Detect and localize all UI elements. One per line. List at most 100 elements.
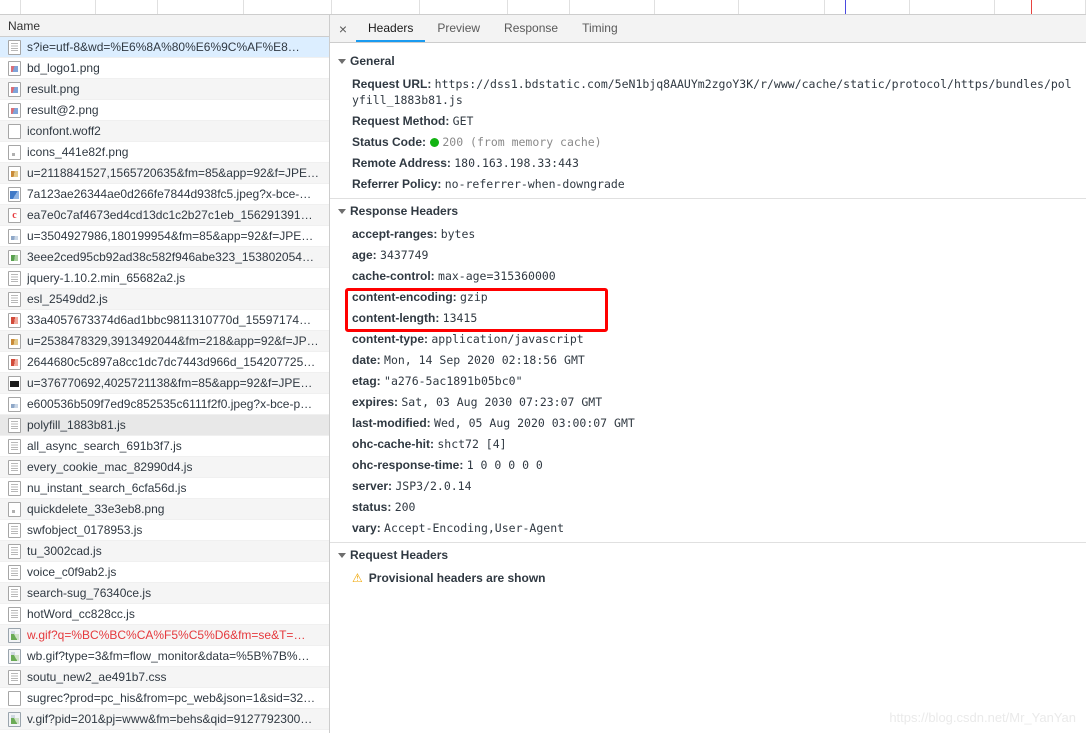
request-row[interactable]: u=376770692,4025721138&fm=85&app=92&f=JP… [0,373,329,394]
request-name: 2644680c5c897a8cc1dc7dc7443d966d_1542077… [27,355,316,369]
request-row[interactable]: u=2118841527,1565720635&fm=85&app=92&f=J… [0,163,329,184]
header-row: Status Code: 200 (from memory cache) [330,131,1086,152]
image-icon [8,102,21,118]
request-row[interactable]: result@2.png [0,100,329,121]
request-row[interactable]: iconfont.woff2 [0,121,329,142]
request-row[interactable]: swfobject_0178953.js [0,520,329,541]
header-value: GET [452,113,474,128]
section-general-label: General [350,54,395,68]
tab-headers[interactable]: Headers [356,15,426,42]
request-list-header[interactable]: Name [0,15,329,37]
column-header-name: Name [8,18,41,33]
image-orange-icon [8,165,21,181]
header-key: etag: [352,373,385,388]
request-row[interactable]: soutu_new2_ae491b7.css [0,667,329,688]
overview-segment [655,0,739,14]
section-request-headers[interactable]: Request Headers [330,543,1086,567]
header-key: content-type: [352,331,432,346]
request-name: result@2.png [27,103,99,117]
header-key: age: [352,247,381,262]
document-icon [8,585,21,601]
tab-preview[interactable]: Preview [425,15,492,42]
request-row[interactable]: v.gif?pid=201&pj=www&fm=behs&qid=9127792… [0,709,329,730]
header-row: last-modified: Wed, 05 Aug 2020 03:00:07… [330,412,1086,433]
overview-segment [825,0,911,14]
request-row[interactable]: jquery-1.10.2.min_65682a2.js [0,268,329,289]
gif-image-icon [8,627,21,643]
header-value: bytes [440,226,476,241]
tab-timing[interactable]: Timing [570,15,630,42]
header-row: server: JSP3/2.0.14 [330,475,1086,496]
headers-content[interactable]: General Request URL: https://dss1.bdstat… [330,43,1086,733]
request-name: search-sug_76340ce.js [27,586,152,600]
header-value: https://dss1.bdstatic.com/5eN1bjq8AAUYm2… [352,76,1072,107]
header-key: content-length: [352,310,443,325]
request-row[interactable]: w.gif?q=%BC%BC%CA%F5%C5%D6&fm=se&T=… [0,625,329,646]
request-row[interactable]: nu_instant_search_6cfa56d.js [0,478,329,499]
header-value: 1 0 0 0 0 0 [466,457,543,472]
provisional-headers-warning: ⚠ Provisional headers are shown [330,567,1086,589]
section-response-headers[interactable]: Response Headers [330,199,1086,223]
document-icon [8,417,21,433]
plain-file-icon [8,123,21,139]
header-value: Mon, 14 Sep 2020 02:18:56 GMT [384,352,585,367]
request-row[interactable]: ea7e0c7af4673ed4cd13dc1c2b27c1eb_1562913… [0,205,329,226]
request-row[interactable]: bd_logo1.png [0,58,329,79]
request-name: hotWord_cc828cc.js [27,607,135,621]
overview-segment [420,0,508,14]
request-row[interactable]: tu_3002cad.js [0,541,329,562]
request-name: s?ie=utf-8&wd=%E6%8A%80%E6%9C%AF%E8… [27,40,300,54]
panel-split: Name s?ie=utf-8&wd=%E6%8A%80%E6%9C%AF%E8… [0,15,1086,733]
image-icon [8,60,21,76]
request-name: icons_441e82f.png [27,145,129,159]
request-name: u=2538478329,3913492044&fm=218&app=92&f=… [27,334,319,348]
request-row[interactable]: 33a4057673374d6ad1bbc9811310770d_1559717… [0,310,329,331]
request-row[interactable]: all_async_search_691b3f7.js [0,436,329,457]
request-row[interactable]: 3eee2ced95cb92ad38c582f946abe323_1538020… [0,247,329,268]
image-red-icon [8,354,21,370]
request-name: v.gif?pid=201&pj=www&fm=behs&qid=9127792… [27,712,313,726]
request-row[interactable]: voice_c0f9ab2.js [0,562,329,583]
request-row[interactable]: s?ie=utf-8&wd=%E6%8A%80%E6%9C%AF%E8… [0,37,329,58]
request-row[interactable]: u=3504927986,180199954&fm=85&app=92&f=JP… [0,226,329,247]
header-key: ohc-cache-hit: [352,436,438,451]
close-icon[interactable]: × [330,15,356,42]
request-name: every_cookie_mac_82990d4.js [27,460,193,474]
request-row[interactable]: 2644680c5c897a8cc1dc7dc7443d966d_1542077… [0,352,329,373]
document-icon [8,39,21,55]
request-name: wb.gif?type=3&fm=flow_monitor&data=%5B%7… [27,649,310,663]
tab-response[interactable]: Response [492,15,570,42]
header-row: content-encoding: gzip [330,286,1086,307]
network-overview-timeline[interactable] [0,0,1086,15]
header-row: ohc-response-time: 1 0 0 0 0 0 [330,454,1086,475]
request-row[interactable]: sugrec?prod=pc_his&from=pc_web&json=1&si… [0,688,329,709]
header-row: expires: Sat, 03 Aug 2030 07:23:07 GMT [330,391,1086,412]
request-row[interactable]: search-sug_76340ce.js [0,583,329,604]
request-row[interactable]: hotWord_cc828cc.js [0,604,329,625]
section-general[interactable]: General [330,49,1086,73]
overview-segment [332,0,421,14]
request-name: swfobject_0178953.js [27,523,143,537]
response-header-rows: accept-ranges: bytes age: 3437749 cache-co… [330,223,1086,538]
overview-segment [96,0,159,14]
header-key: Status Code: [352,134,430,149]
request-row[interactable]: quickdelete_33e3eb8.png [0,499,329,520]
request-row[interactable]: icons_441e82f.png [0,142,329,163]
request-row[interactable]: polyfill_1883b81.js [0,415,329,436]
details-tabbar: × Headers Preview Response Timing [330,15,1086,43]
header-value: max-age=315360000 [438,268,556,283]
request-row[interactable]: e600536b509f7ed9c852535c6111f2f0.jpeg?x-… [0,394,329,415]
header-row: Referrer Policy: no-referrer-when-downgr… [330,173,1086,194]
request-name: sugrec?prod=pc_his&from=pc_web&json=1&si… [27,691,316,705]
request-row[interactable]: u=2538478329,3913492044&fm=218&app=92&f=… [0,331,329,352]
request-row[interactable]: 7a123ae26344ae0d266fe7844d938fc5.jpeg?x-… [0,184,329,205]
image-orange-icon [8,333,21,349]
request-row[interactable]: wb.gif?type=3&fm=flow_monitor&data=%5B%7… [0,646,329,667]
request-list-body[interactable]: s?ie=utf-8&wd=%E6%8A%80%E6%9C%AF%E8… bd_l… [0,37,329,733]
header-key: Request URL: [352,76,435,91]
header-row: status: 200 [330,496,1086,517]
request-row[interactable]: esl_2549dd2.js [0,289,329,310]
overview-segment [0,0,22,14]
request-row[interactable]: result.png [0,79,329,100]
request-row[interactable]: every_cookie_mac_82990d4.js [0,457,329,478]
